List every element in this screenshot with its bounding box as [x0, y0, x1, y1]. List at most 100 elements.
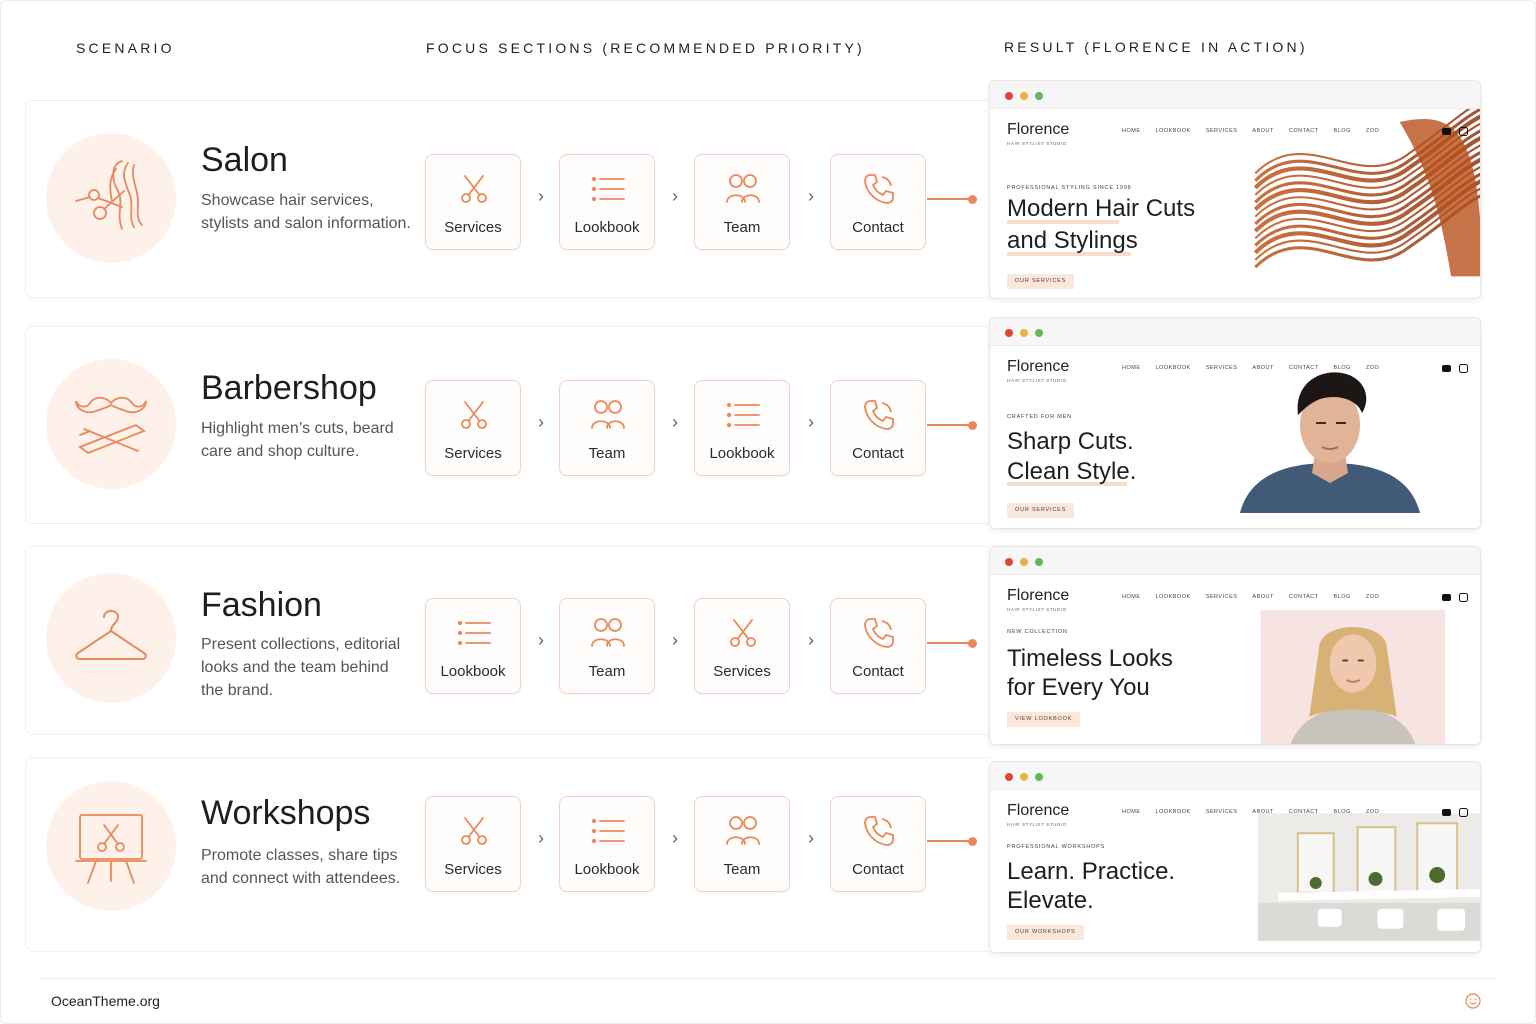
footer-site[interactable]: OceanTheme.org — [51, 993, 160, 1009]
instagram-icon[interactable] — [1459, 593, 1468, 602]
site-nav-item[interactable]: SERVICES — [1206, 365, 1238, 371]
instagram-icon[interactable] — [1459, 364, 1468, 373]
section-card-contact[interactable]: Contact — [830, 154, 926, 250]
section-card-label: Lookbook — [440, 663, 506, 680]
hero-cta-button[interactable]: VIEW LOOKBOOK — [1007, 712, 1081, 727]
site-nav-item[interactable]: BLOG — [1334, 594, 1351, 600]
window-minimize-dot[interactable] — [1020, 773, 1028, 781]
site-nav-item[interactable]: CONTACT — [1289, 365, 1319, 371]
site-nav-item[interactable]: ABOUT — [1252, 128, 1273, 134]
window-minimize-dot[interactable] — [1020, 329, 1028, 337]
site-nav-item[interactable]: ZOO — [1366, 365, 1379, 371]
section-card-label: Lookbook — [574, 219, 640, 236]
hero-headline-line1: Learn. Practice. — [1007, 858, 1176, 885]
site-nav-item[interactable]: SERVICES — [1206, 128, 1238, 134]
instagram-icon[interactable] — [1459, 808, 1468, 817]
site-nav-item[interactable]: BLOG — [1334, 365, 1351, 371]
section-card-label: Contact — [852, 861, 904, 878]
hero-cta-button[interactable]: OUR SERVICES — [1007, 274, 1075, 289]
youtube-icon[interactable] — [1442, 809, 1451, 816]
scenario-description: Present collections, editorial looks and… — [201, 636, 401, 699]
header-scenario: SCENARIO — [76, 40, 175, 56]
hero-headline-line2: Elevate. — [1007, 887, 1094, 914]
section-card-services[interactable]: Services — [425, 380, 521, 476]
section-card-lookbook[interactable]: Lookbook — [694, 380, 790, 476]
browser-toolbar — [990, 547, 1480, 575]
connector-dot — [968, 194, 977, 204]
section-card-team[interactable]: Team — [694, 154, 790, 250]
site-nav-item[interactable]: HOME — [1122, 365, 1141, 371]
site-nav-item[interactable]: LOOKBOOK — [1156, 365, 1191, 371]
section-card-contact[interactable]: Contact — [830, 598, 926, 694]
section-card-services[interactable]: Services — [694, 598, 790, 694]
section-card-services[interactable]: Services — [425, 154, 521, 250]
window-maximize-dot[interactable] — [1035, 558, 1043, 566]
site-nav-item[interactable]: CONTACT — [1289, 594, 1319, 600]
site-nav-item[interactable]: LOOKBOOK — [1156, 594, 1191, 600]
site-nav-item[interactable]: ABOUT — [1252, 365, 1273, 371]
site-nav: HOME LOOKBOOK SERVICES ABOUT CONTACT BLOG ZOO — [1122, 365, 1379, 371]
window-close-dot[interactable] — [1005, 773, 1013, 781]
site-brand[interactable]: Florence — [1007, 802, 1069, 820]
site-brand[interactable]: Florence — [1007, 121, 1069, 139]
connector-line — [927, 642, 971, 644]
scenario-icon-circle — [46, 573, 176, 703]
section-card-contact[interactable]: Contact — [830, 796, 926, 892]
scenario-title: Salon — [201, 141, 288, 179]
site-nav-item[interactable]: ZOO — [1366, 809, 1379, 815]
window-close-dot[interactable] — [1005, 92, 1013, 100]
connector-dot — [968, 836, 977, 846]
section-card-lookbook[interactable]: Lookbook — [559, 154, 655, 250]
window-minimize-dot[interactable] — [1020, 558, 1028, 566]
window-maximize-dot[interactable] — [1035, 329, 1043, 337]
site-nav-item[interactable]: LOOKBOOK — [1156, 809, 1191, 815]
window-close-dot[interactable] — [1005, 558, 1013, 566]
site-nav-item[interactable]: ABOUT — [1252, 594, 1273, 600]
section-card-lookbook[interactable]: Lookbook — [425, 598, 521, 694]
site-nav-item[interactable]: BLOG — [1334, 128, 1351, 134]
site-nav-item[interactable]: LOOKBOOK — [1156, 128, 1191, 134]
window-minimize-dot[interactable] — [1020, 92, 1028, 100]
section-card-label: Team — [723, 861, 761, 878]
site-nav-item[interactable]: SERVICES — [1206, 594, 1238, 600]
site-brand[interactable]: Florence — [1007, 587, 1069, 605]
hero-cta-button[interactable]: OUR WORKSHOPS — [1007, 925, 1084, 940]
hero-headline-line2: Clean Style. — [1007, 458, 1137, 485]
preview-browser-window: Florence HAIR STYLIST STUDIO HOME LOOKBOO… — [989, 761, 1481, 953]
chevron-right-icon: › — [808, 412, 814, 432]
site-nav-item[interactable]: CONTACT — [1289, 128, 1319, 134]
section-card-lookbook[interactable]: Lookbook — [559, 796, 655, 892]
instagram-icon[interactable] — [1459, 127, 1468, 136]
site-nav-item[interactable]: HOME — [1122, 594, 1141, 600]
youtube-icon[interactable] — [1442, 594, 1451, 601]
section-card-label: Team — [588, 445, 626, 462]
section-card-team[interactable]: Team — [694, 796, 790, 892]
site-brand[interactable]: Florence — [1007, 358, 1069, 376]
section-card-team[interactable]: Team — [559, 598, 655, 694]
window-maximize-dot[interactable] — [1035, 773, 1043, 781]
scissors-hair-icon — [66, 151, 156, 246]
section-card-label: Contact — [852, 445, 904, 462]
site-nav-item[interactable]: HOME — [1122, 809, 1141, 815]
site-nav-item[interactable]: CONTACT — [1289, 809, 1319, 815]
hero-headline-line1: Timeless Looks — [1007, 645, 1173, 672]
youtube-icon[interactable] — [1442, 128, 1451, 135]
preview-browser-window: Florence HAIR STYLIST STUDIO HOME LOOKBOO… — [989, 80, 1481, 299]
site-nav-item[interactable]: ZOO — [1366, 594, 1379, 600]
site-brand-tagline: HAIR STYLIST STUDIO — [1007, 822, 1067, 827]
hero-cta-button[interactable]: OUR SERVICES — [1007, 503, 1075, 518]
section-card-team[interactable]: Team — [559, 380, 655, 476]
site-nav-item[interactable]: BLOG — [1334, 809, 1351, 815]
section-card-services[interactable]: Services — [425, 796, 521, 892]
site-nav-item[interactable]: ABOUT — [1252, 809, 1273, 815]
window-close-dot[interactable] — [1005, 329, 1013, 337]
section-card-contact[interactable]: Contact — [830, 380, 926, 476]
chevron-right-icon: › — [538, 630, 544, 650]
site-nav-item[interactable]: ZOO — [1366, 128, 1379, 134]
preview-browser-window: Florence HAIR STYLIST STUDIO HOME LOOKBOO… — [989, 546, 1481, 745]
youtube-icon[interactable] — [1442, 365, 1451, 372]
site-nav-item[interactable]: SERVICES — [1206, 809, 1238, 815]
window-maximize-dot[interactable] — [1035, 92, 1043, 100]
site-nav-item[interactable]: HOME — [1122, 128, 1141, 134]
preview-browser-window: Florence HAIR STYLIST STUDIO HOME LOOKBOO… — [989, 317, 1481, 529]
